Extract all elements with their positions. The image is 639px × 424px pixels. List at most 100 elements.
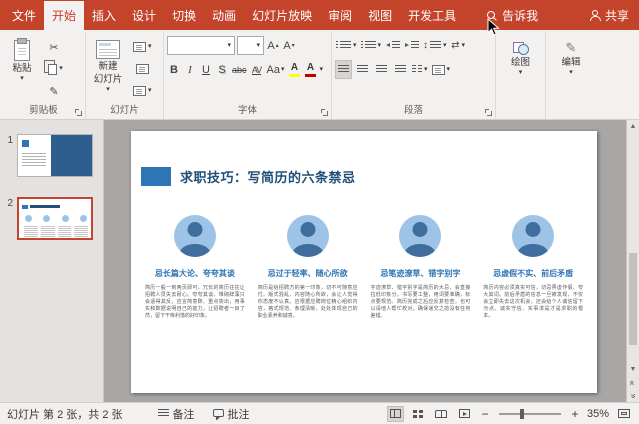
format-painter-button[interactable]: ✎ <box>43 81 65 101</box>
zoom-slider-thumb[interactable] <box>520 409 524 419</box>
paste-button[interactable]: 粘贴 ▾ <box>5 35 39 103</box>
column-2[interactable]: 忌过于轻率、随心所欲 简历是给招聘方的第一印象，切不可随意应付。版式混乱、内容随… <box>258 215 358 320</box>
column-3-heading[interactable]: 忌笔迹潦草、错字别字 <box>380 268 460 279</box>
scroll-down-arrow[interactable]: ▼ <box>627 363 639 376</box>
tab-slideshow[interactable]: 幻灯片放映 <box>244 1 320 30</box>
decrease-indent-button[interactable] <box>384 36 401 55</box>
font-color-button[interactable]: A <box>304 60 318 79</box>
slide-title-text[interactable]: 求职技巧：写简历的六条禁忌 <box>180 167 356 186</box>
zoom-out-button[interactable]: − <box>479 407 491 421</box>
section-dropdown-icon: ▾ <box>148 88 152 94</box>
slide-sorter-view-button[interactable] <box>410 406 427 422</box>
ribbon-group-paragraph: ▾ ▾ ↕▾ ⇄▾ ▾ ▾ 段落 <box>332 32 496 119</box>
column-3[interactable]: 忌笔迹潦草、错字别字 字迹潦草、错字别字是简历的大忌，会直接拉低印象分。书写要工… <box>371 215 471 320</box>
comments-toggle[interactable]: 批注 <box>206 406 257 422</box>
bullets-button[interactable]: ▾ <box>335 36 358 55</box>
scroll-up-arrow[interactable]: ▲ <box>627 120 639 133</box>
bold-button[interactable]: B <box>167 60 181 79</box>
notes-icon <box>158 409 169 418</box>
normal-view-button[interactable] <box>387 406 404 422</box>
reading-view-button[interactable] <box>433 406 450 422</box>
zoom-level-label[interactable]: 35% <box>587 408 609 420</box>
increase-indent-button[interactable] <box>403 36 420 55</box>
vertical-scrollbar[interactable]: ▲ ▼ « « <box>626 120 639 402</box>
scrollbar-thumb[interactable] <box>629 253 637 345</box>
italic-button[interactable]: I <box>183 60 197 79</box>
new-slide-button[interactable]: 新建 幻灯片 ▾ <box>89 35 127 103</box>
column-4-body[interactable]: 简历内容必须真实可信，切忌弄虚作假、夸大其词。前后矛盾的信息一旦被发现，不仅会立… <box>483 285 583 320</box>
align-right-button[interactable] <box>373 60 390 79</box>
text-direction-dropdown-icon: ▾ <box>461 43 465 49</box>
next-slide-button[interactable]: « <box>627 389 639 402</box>
thumb2-title-line <box>30 205 60 208</box>
font-size-select[interactable]: ▾ <box>237 36 264 55</box>
slide-1-thumbnail[interactable] <box>17 134 93 177</box>
clipboard-dialog-launcher[interactable] <box>75 109 82 116</box>
cut-button[interactable]: ✂ <box>43 37 65 57</box>
change-case-button[interactable]: Aa▾ <box>266 60 286 79</box>
current-slide[interactable]: 求职技巧：写简历的六条禁忌 忌长篇大论、夸夸其谈 简历一般一到两页即可，冗长的简… <box>131 131 597 393</box>
zoom-in-button[interactable]: + <box>569 407 581 421</box>
column-2-heading[interactable]: 忌过于轻率、随心所欲 <box>268 268 348 279</box>
strikethrough-button[interactable]: abc <box>231 60 248 79</box>
tab-home[interactable]: 开始 <box>44 1 84 30</box>
thumbnail-slide-1[interactable]: 1 <box>2 134 98 177</box>
shrink-font-button[interactable]: A▾ <box>282 36 296 55</box>
column-4[interactable]: 忌虚假不实、前后矛盾 简历内容必须真实可信，切忌弄虚作假、夸大其词。前后矛盾的信… <box>483 215 583 320</box>
drawing-group-button[interactable]: 绘图 ▾ <box>499 35 542 103</box>
align-left-button[interactable] <box>335 60 352 79</box>
slide-layout-button[interactable]: ▾ <box>131 37 154 57</box>
tab-animations[interactable]: 动画 <box>204 1 244 30</box>
column-1-heading[interactable]: 忌长篇大论、夸夸其谈 <box>155 268 235 279</box>
tab-design[interactable]: 设计 <box>124 1 164 30</box>
tab-view[interactable]: 视图 <box>360 1 400 30</box>
numbering-button[interactable]: ▾ <box>360 36 383 55</box>
align-right-icon <box>376 65 387 74</box>
columns-button[interactable]: ▾ <box>411 60 429 79</box>
text-shadow-button[interactable]: S <box>215 60 229 79</box>
slide-count-status[interactable]: 幻灯片 第 2 张，共 2 张 <box>7 406 123 422</box>
column-2-body[interactable]: 简历是给招聘方的第一印象，切不可随意应付。版式混乱、内容随心所欲，会让人觉得你态… <box>258 285 358 320</box>
column-1-body[interactable]: 简历一般一到两页即可，冗长的简历往往让招聘人员失去耐心。夸夸其谈、堆砌辞藻只会适… <box>145 285 245 320</box>
paste-dropdown-icon[interactable]: ▾ <box>20 76 24 82</box>
paragraph-dialog-launcher[interactable] <box>485 109 492 116</box>
tab-review[interactable]: 审阅 <box>320 1 360 30</box>
share-button[interactable]: 共享 <box>581 1 637 30</box>
align-center-button[interactable] <box>354 60 371 79</box>
convert-smartart-button[interactable]: ▾ <box>431 60 452 79</box>
underline-button[interactable]: U <box>199 60 213 79</box>
tab-developer[interactable]: 开发工具 <box>400 1 464 30</box>
thumbnail-slide-2[interactable]: 2 <box>2 197 98 240</box>
font-color-dropdown-icon[interactable]: ▾ <box>320 67 324 73</box>
reset-slide-button[interactable] <box>131 59 154 79</box>
section-button[interactable]: ▾ <box>131 81 154 101</box>
slide-canvas[interactable]: 求职技巧：写简历的六条禁忌 忌长篇大论、夸夸其谈 简历一般一到两页即可，冗长的简… <box>104 120 626 402</box>
column-3-body[interactable]: 字迹潦草、错字别字是简历的大忌，会直接拉低印象分。书写要工整，用词要准确，标点要… <box>371 285 471 320</box>
copy-button[interactable]: ▾ <box>43 59 65 79</box>
fit-to-window-button[interactable] <box>615 406 632 422</box>
font-dialog-launcher[interactable] <box>321 109 328 116</box>
tab-file[interactable]: 文件 <box>4 1 44 30</box>
line-spacing-button[interactable]: ↕▾ <box>422 36 448 55</box>
grow-font-button[interactable]: A▴ <box>266 36 280 55</box>
tell-me-search[interactable]: 告诉我 <box>478 1 547 30</box>
font-color-bar <box>305 74 316 77</box>
highlight-color-button[interactable]: A <box>288 60 302 79</box>
justify-button[interactable] <box>392 60 409 79</box>
column-4-heading[interactable]: 忌虚假不实、前后矛盾 <box>493 268 573 279</box>
text-direction-icon: ⇄ <box>451 40 459 51</box>
zoom-slider[interactable] <box>499 413 561 415</box>
tab-transitions[interactable]: 切换 <box>164 1 204 30</box>
column-1[interactable]: 忌长篇大论、夸夸其谈 简历一般一到两页即可，冗长的简历往往让招聘人员失去耐心。夸… <box>145 215 245 320</box>
scrollbar-track[interactable] <box>627 133 639 363</box>
font-name-select[interactable]: ▾ <box>167 36 235 55</box>
character-spacing-button[interactable]: AV <box>250 60 264 79</box>
text-direction-button[interactable]: ⇄▾ <box>450 36 467 55</box>
slideshow-view-button[interactable] <box>456 406 473 422</box>
slide-title-block[interactable]: 求职技巧：写简历的六条禁忌 <box>141 167 356 186</box>
previous-slide-button[interactable]: « <box>627 376 639 389</box>
notes-toggle[interactable]: 备注 <box>151 406 202 422</box>
editing-group-button[interactable]: ✎ 编辑 ▾ <box>549 35 593 103</box>
slide-2-thumbnail[interactable] <box>17 197 93 240</box>
tab-insert[interactable]: 插入 <box>84 1 124 30</box>
